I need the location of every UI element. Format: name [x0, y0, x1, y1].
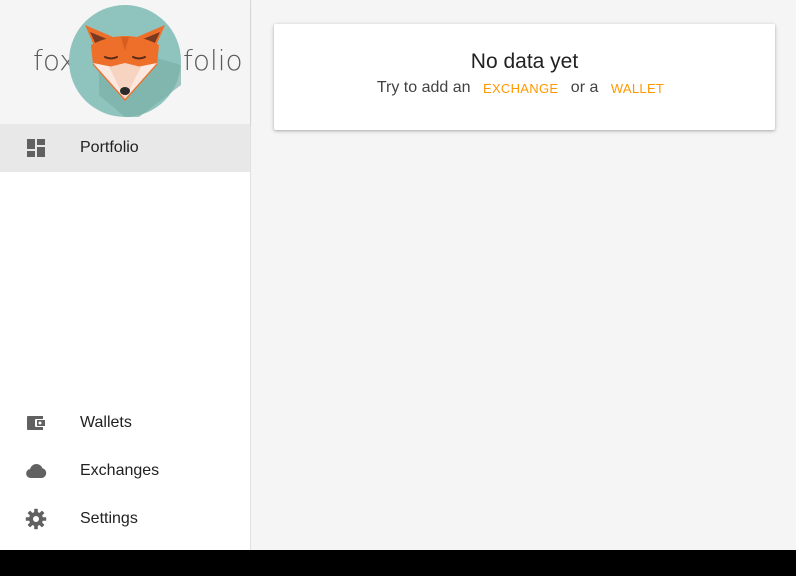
sidebar-item-wallets[interactable]: Wallets	[0, 399, 250, 447]
sidebar-item-exchanges[interactable]: Exchanges	[0, 447, 250, 495]
add-exchange-button[interactable]: EXCHANGE	[475, 81, 566, 96]
empty-state-message: Try to add an EXCHANGE or a WALLET	[274, 79, 775, 97]
empty-state-title: No data yet	[470, 50, 579, 73]
sidebar-item-label: Portfolio	[80, 139, 139, 156]
sidebar-item-portfolio[interactable]: Portfolio	[0, 124, 250, 172]
wallet-icon	[27, 416, 45, 430]
logo-header: fox folio	[0, 0, 250, 125]
sidebar: fox folio Portfolio Wallets Exchanges Se…	[0, 0, 251, 550]
sidebar-item-label: Wallets	[80, 414, 132, 431]
dashboard-icon	[27, 139, 45, 157]
logo-text-folio: folio	[183, 44, 243, 77]
empty-state-card: No data yet Try to add an EXCHANGE or a …	[274, 24, 775, 130]
sidebar-item-settings[interactable]: Settings	[0, 495, 250, 543]
sidebar-item-label: Exchanges	[80, 462, 160, 479]
app-window: fox folio Portfolio Wallets Exchanges Se…	[0, 0, 796, 550]
gear-icon	[25, 508, 47, 530]
empty-state-middle: or a	[570, 79, 599, 96]
sidebar-item-label: Settings	[80, 510, 138, 527]
empty-state-prefix: Try to add an	[376, 79, 471, 96]
fox-logo-icon	[69, 5, 181, 117]
add-wallet-button[interactable]: WALLET	[603, 81, 672, 96]
cloud-icon	[26, 464, 47, 478]
